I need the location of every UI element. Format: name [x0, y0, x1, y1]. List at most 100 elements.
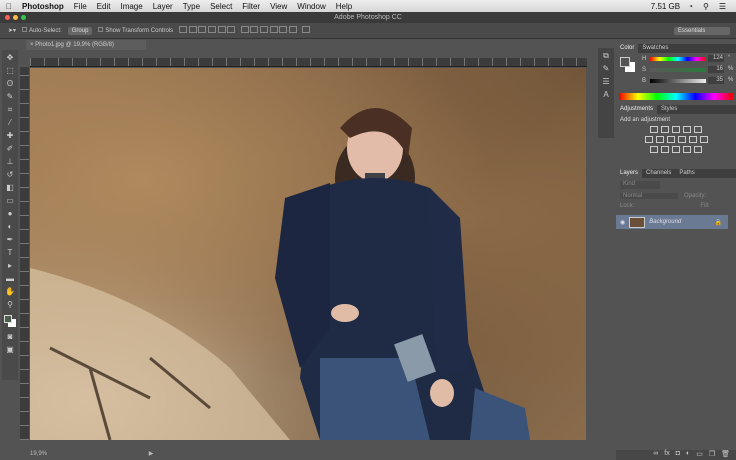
type-tool-icon[interactable]: T	[5, 248, 15, 258]
mask-icon[interactable]: ◘	[676, 450, 680, 460]
eyedropper-tool-icon[interactable]: ⁄	[5, 118, 15, 128]
deg-label: °	[728, 55, 731, 61]
foreground-color[interactable]	[620, 57, 630, 67]
brush-tool-icon[interactable]: ✐	[5, 144, 15, 154]
s-slider[interactable]	[650, 68, 706, 72]
color-swatches[interactable]	[2, 313, 18, 329]
minimize-button[interactable]	[13, 15, 18, 20]
b-slider[interactable]	[650, 79, 706, 83]
menu-select[interactable]: Select	[210, 2, 232, 11]
tab-color[interactable]: Color	[616, 44, 639, 53]
horizontal-ruler[interactable]	[30, 58, 587, 67]
menu-type[interactable]: Type	[183, 2, 200, 11]
adjustment-icons-row-3[interactable]	[620, 146, 732, 153]
pen-tool-icon[interactable]: ✒	[5, 235, 15, 245]
quick-mask-icon[interactable]: ◙	[5, 332, 15, 342]
zoom-tool-icon[interactable]: ⚲	[5, 300, 15, 310]
menu-help[interactable]: Help	[336, 2, 352, 11]
menu-edit[interactable]: Edit	[97, 2, 111, 11]
right-panels: Color Swatches H 124 ° S 16 % B 35 % Adj…	[616, 44, 736, 460]
tab-swatches[interactable]: Swatches	[638, 44, 672, 53]
layers-panel-tabs: Layers Channels Paths	[616, 169, 736, 178]
history-brush-icon[interactable]: ↺	[5, 170, 15, 180]
marquee-tool-icon[interactable]: ⬚	[5, 66, 15, 76]
memory-status[interactable]: 7.51 GB	[651, 2, 680, 11]
color-ramp[interactable]	[619, 93, 733, 100]
wifi-icon[interactable]: ◔	[688, 2, 693, 11]
tab-paths[interactable]: Paths	[675, 169, 698, 178]
menu-view[interactable]: View	[270, 2, 287, 11]
zoom-button[interactable]	[21, 15, 26, 20]
document-tab[interactable]: × Photo1.jpg @ 19,9% (RGB/8)	[26, 40, 146, 50]
stamp-tool-icon[interactable]: ⊥	[5, 157, 15, 167]
crop-tool-icon[interactable]: ⌗	[5, 105, 15, 115]
hand-tool-icon[interactable]: ✋	[5, 287, 15, 297]
move-tool-icon[interactable]: ✥	[5, 53, 15, 63]
document-canvas[interactable]	[30, 68, 586, 440]
visibility-eye-icon[interactable]: ◉	[620, 219, 625, 226]
lock-label: Lock:	[620, 203, 635, 209]
layer-name[interactable]: Background	[649, 219, 681, 225]
fill-label: Fill:	[700, 203, 710, 209]
zoom-level[interactable]: 19,9%	[30, 451, 47, 457]
group-icon[interactable]: ▭	[696, 450, 703, 460]
path-select-icon[interactable]: ▸	[5, 261, 15, 271]
properties-panel-icon[interactable]: ☰	[601, 77, 611, 87]
title-bar: Adobe Photoshop CC	[0, 12, 736, 23]
menu-photoshop[interactable]: Photoshop	[22, 2, 64, 11]
quick-select-tool-icon[interactable]: ✎	[5, 92, 15, 102]
s-value[interactable]: 16	[708, 66, 724, 73]
h-value[interactable]: 124	[708, 55, 724, 62]
dodge-tool-icon[interactable]: ◐	[5, 222, 15, 232]
menu-layer[interactable]: Layer	[153, 2, 173, 11]
link-icon[interactable]: ∞	[653, 450, 658, 460]
character-panel-icon[interactable]: A	[601, 90, 611, 100]
list-icon[interactable]: ☰	[719, 2, 726, 11]
blend-mode-select[interactable]: Normal	[620, 193, 678, 199]
status-arrow-icon[interactable]: ▶	[149, 451, 154, 457]
lasso-tool-icon[interactable]: ʘ	[5, 79, 15, 89]
align-icons[interactable]	[179, 26, 310, 35]
menu-window[interactable]: Window	[297, 2, 325, 11]
adjustment-layer-icon[interactable]: ◐	[686, 450, 690, 460]
tab-adjustments[interactable]: Adjustments	[616, 105, 658, 114]
vertical-ruler[interactable]	[20, 67, 29, 440]
show-transform-checkbox[interactable]: Show Transform Controls	[98, 27, 173, 34]
workspace-select[interactable]: Essentials	[674, 26, 730, 35]
adjustment-icons-row-1[interactable]	[620, 126, 732, 133]
new-layer-icon[interactable]: ❐	[709, 450, 715, 460]
menu-image[interactable]: Image	[120, 2, 142, 11]
auto-select-checkbox[interactable]: Auto-Select:	[22, 27, 62, 34]
b-value[interactable]: 35	[708, 77, 724, 84]
history-panel-icon[interactable]: ⧉	[601, 51, 611, 61]
trash-icon[interactable]: 🗑	[721, 450, 730, 460]
layer-row-background[interactable]: ◉ Background 🔒	[616, 215, 728, 229]
panel-icon-column: ⧉ ✎ ☰ A	[598, 48, 614, 138]
s-label: S	[642, 67, 647, 73]
healing-tool-icon[interactable]: ✚	[5, 131, 15, 141]
h-slider[interactable]	[650, 57, 706, 61]
tab-styles[interactable]: Styles	[657, 105, 681, 114]
kind-filter[interactable]: Kind	[620, 181, 660, 189]
screen-mode-icon[interactable]: ▣	[5, 345, 15, 355]
adjustment-icons-row-2[interactable]	[620, 136, 732, 143]
h-label: H	[642, 56, 647, 62]
brush-panel-icon[interactable]: ✎	[601, 64, 611, 74]
menu-filter[interactable]: Filter	[242, 2, 260, 11]
gradient-tool-icon[interactable]: ▭	[5, 196, 15, 206]
lock-icon: 🔒	[714, 219, 722, 226]
eraser-tool-icon[interactable]: ◧	[5, 183, 15, 193]
tab-layers[interactable]: Layers	[616, 169, 643, 178]
close-button[interactable]	[5, 15, 10, 20]
move-tool-icon[interactable]: ➤▾	[8, 27, 16, 34]
search-icon[interactable]: ⚲	[703, 2, 709, 11]
fx-icon[interactable]: fx	[664, 450, 669, 460]
group-select[interactable]: Group	[67, 26, 93, 35]
window-title: Adobe Photoshop CC	[334, 14, 402, 21]
document-tab-label: Photo1.jpg @ 19,9% (RGB/8)	[35, 42, 114, 48]
menu-file[interactable]: File	[74, 2, 87, 11]
shape-tool-icon[interactable]: ▬	[5, 274, 15, 284]
tab-channels[interactable]: Channels	[642, 169, 675, 178]
apple-icon[interactable]: 	[6, 2, 12, 11]
blur-tool-icon[interactable]: ●	[5, 209, 15, 219]
